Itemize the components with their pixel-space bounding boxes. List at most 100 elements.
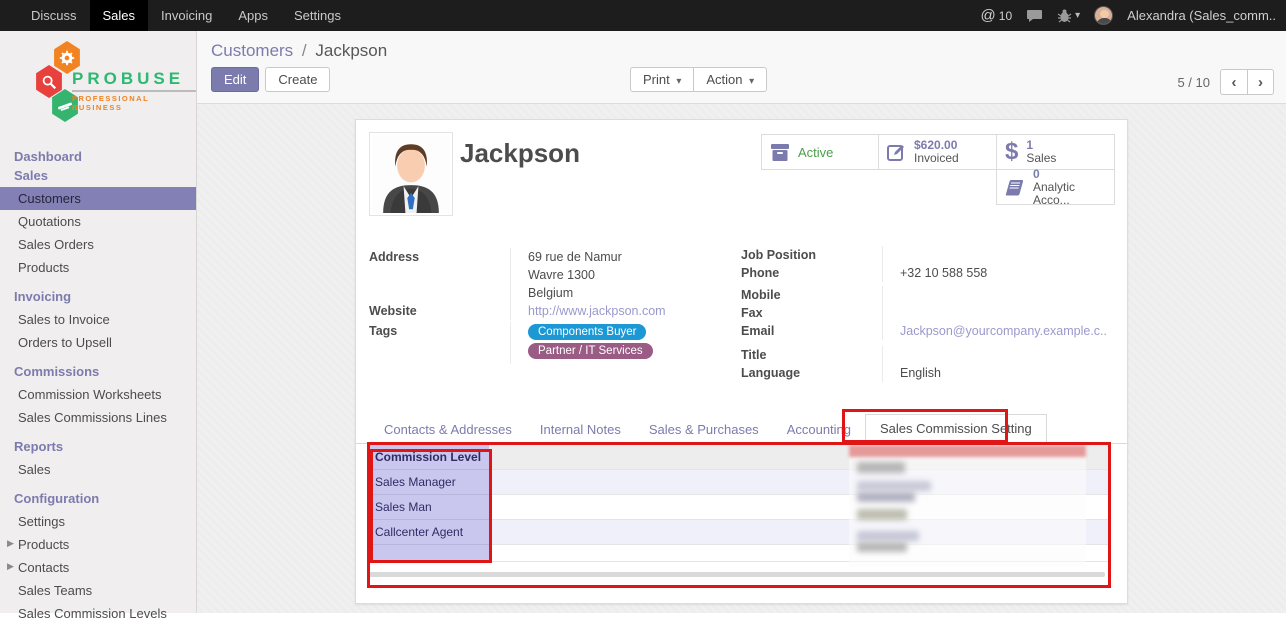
invoiced-stat-button[interactable]: $620.00 Invoiced	[878, 134, 997, 170]
debug-bug-icon[interactable]: ▾	[1057, 9, 1080, 23]
language-label: Language	[741, 364, 882, 382]
sidebar-item-config-products[interactable]: ▶ Products	[0, 533, 196, 556]
sidebar-item-label: Contacts	[18, 560, 69, 575]
logo-title: PROBUSE	[72, 69, 196, 92]
menu-settings[interactable]: Settings	[281, 0, 354, 31]
fax-value[interactable]	[882, 304, 1113, 322]
pager-previous-button[interactable]: ‹	[1220, 69, 1247, 95]
archive-box-icon	[770, 144, 790, 161]
address-value[interactable]: 69 rue de Namur Wavre 1300 Belgium	[510, 248, 729, 302]
sidebar: PROBUSE PROFESSIONAL BUSINESS Dashboard …	[0, 31, 197, 613]
breadcrumb: Customers / Jackpson	[211, 41, 387, 61]
dollar-icon: $	[1005, 142, 1018, 162]
tab-internal-notes[interactable]: Internal Notes	[526, 416, 635, 444]
sales-count-label: Sales	[1026, 152, 1056, 165]
pager-next-button[interactable]: ›	[1247, 69, 1274, 95]
sidebar-item-sales-orders[interactable]: Sales Orders	[0, 233, 196, 256]
menu-sales[interactable]: Sales	[90, 0, 149, 31]
pager: 5 / 10 ‹ ›	[1177, 69, 1274, 95]
website-link[interactable]: http://www.jackpson.com	[528, 304, 666, 318]
notebook-tabs: Contacts & Addresses Internal Notes Sale…	[356, 416, 1127, 444]
menu-discuss[interactable]: Discuss	[18, 0, 90, 31]
sidebar-item-orders-to-upsell[interactable]: Orders to Upsell	[0, 331, 196, 354]
nav-heading-invoicing[interactable]: Invoicing	[0, 279, 196, 308]
email-label: Email	[741, 322, 882, 340]
analytic-accounts-stat-button[interactable]: 0 Analytic Acco...	[996, 169, 1115, 205]
edit-button[interactable]: Edit	[211, 67, 259, 92]
sales-stat-button[interactable]: $ 1 Sales	[996, 134, 1115, 170]
expand-arrow-icon[interactable]: ▶	[7, 561, 14, 572]
email-link[interactable]: Jackpson@yourcompany.example.c..	[900, 324, 1107, 338]
sidebar-item-label: Products	[18, 537, 69, 552]
address-label: Address	[369, 248, 510, 302]
tab-accounting[interactable]: Accounting	[773, 416, 865, 444]
active-stat-button[interactable]: Active	[761, 134, 879, 170]
sidebar-item-quotations[interactable]: Quotations	[0, 210, 196, 233]
nav-heading-dashboard[interactable]: Dashboard	[0, 145, 196, 168]
title-label: Title	[741, 346, 882, 364]
blurred-value	[857, 531, 919, 541]
phone-value[interactable]: +32 10 588 558	[882, 264, 1113, 282]
logo-subtitle: PROFESSIONAL BUSINESS	[72, 94, 196, 112]
mobile-value[interactable]	[882, 286, 1113, 304]
sidebar-item-config-contacts[interactable]: ▶ Contacts	[0, 556, 196, 579]
empty-first-cell	[369, 545, 489, 562]
commission-level-cell[interactable]: Sales Manager	[369, 470, 489, 495]
tab-sales-purchases[interactable]: Sales & Purchases	[635, 416, 773, 444]
mentions-counter[interactable]: @ 10	[981, 7, 1013, 24]
book-icon	[1005, 179, 1025, 196]
tag-partner-it-services[interactable]: Partner / IT Services	[528, 343, 653, 359]
create-button[interactable]: Create	[265, 67, 330, 92]
nav-heading-sales[interactable]: Sales	[0, 168, 196, 187]
blurred-value	[857, 462, 905, 473]
user-name[interactable]: Alexandra (Sales_comm..	[1127, 8, 1276, 23]
analytic-count-value: 0	[1033, 168, 1106, 181]
menu-apps[interactable]: Apps	[225, 0, 281, 31]
commission-level-cell[interactable]: Sales Man	[369, 495, 489, 520]
blurred-red-annotation	[849, 445, 1086, 457]
breadcrumb-separator: /	[302, 41, 307, 60]
print-dropdown-button[interactable]: Print ▾	[630, 67, 693, 92]
invoiced-label: Invoiced	[914, 152, 959, 165]
tab-sales-commission-setting[interactable]: Sales Commission Setting	[865, 414, 1047, 444]
customer-form-sheet: Jackpson Active $620.00 Invoiced $	[355, 119, 1128, 604]
blurred-value	[857, 509, 907, 520]
user-avatar[interactable]	[1094, 6, 1113, 25]
tag-components-buyer[interactable]: Components Buyer	[528, 324, 646, 340]
title-value[interactable]	[882, 346, 1113, 364]
commission-level-cell[interactable]: Callcenter Agent	[369, 520, 489, 545]
mention-count: 10	[999, 9, 1012, 23]
active-status-label: Active	[798, 145, 833, 160]
menu-invoicing[interactable]: Invoicing	[148, 0, 225, 31]
sidebar-item-sales-commissions-lines[interactable]: Sales Commissions Lines	[0, 406, 196, 429]
job-position-value[interactable]	[882, 246, 1113, 264]
website-label: Website	[369, 302, 510, 320]
print-label: Print	[643, 72, 670, 87]
sidebar-item-commission-worksheets[interactable]: Commission Worksheets	[0, 383, 196, 406]
field-group-left: Address 69 rue de Namur Wavre 1300 Belgi…	[369, 248, 729, 364]
sidebar-item-sales-teams[interactable]: Sales Teams	[0, 579, 196, 602]
blurred-value	[857, 481, 931, 491]
businessman-avatar-image	[372, 135, 450, 213]
nav-heading-configuration[interactable]: Configuration	[0, 481, 196, 510]
table-footer-scrollbar[interactable]	[369, 572, 1105, 577]
commission-level-column-header[interactable]: Commission Level	[369, 445, 489, 470]
language-value[interactable]: English	[882, 364, 1113, 382]
sidebar-item-reports-sales[interactable]: Sales	[0, 458, 196, 481]
nav-heading-reports[interactable]: Reports	[0, 429, 196, 458]
sidebar-item-sales-to-invoice[interactable]: Sales to Invoice	[0, 308, 196, 331]
expand-arrow-icon[interactable]: ▶	[7, 538, 14, 549]
chat-bubble-icon[interactable]	[1026, 9, 1043, 23]
action-dropdown-button[interactable]: Action ▾	[693, 67, 767, 92]
sidebar-item-products[interactable]: Products	[0, 256, 196, 279]
sidebar-item-settings[interactable]: Settings	[0, 510, 196, 533]
sidebar-item-sales-commission-levels[interactable]: Sales Commission Levels	[0, 602, 196, 625]
breadcrumb-customers-link[interactable]: Customers	[211, 41, 293, 60]
customer-photo[interactable]	[369, 132, 453, 216]
form-view-background: Jackpson Active $620.00 Invoiced $	[197, 104, 1286, 613]
tab-contacts-addresses[interactable]: Contacts & Addresses	[370, 416, 526, 444]
caret-down-icon: ▾	[749, 76, 754, 87]
nav-heading-commissions[interactable]: Commissions	[0, 354, 196, 383]
blurred-value	[857, 492, 915, 502]
sidebar-item-customers[interactable]: Customers	[0, 187, 196, 210]
